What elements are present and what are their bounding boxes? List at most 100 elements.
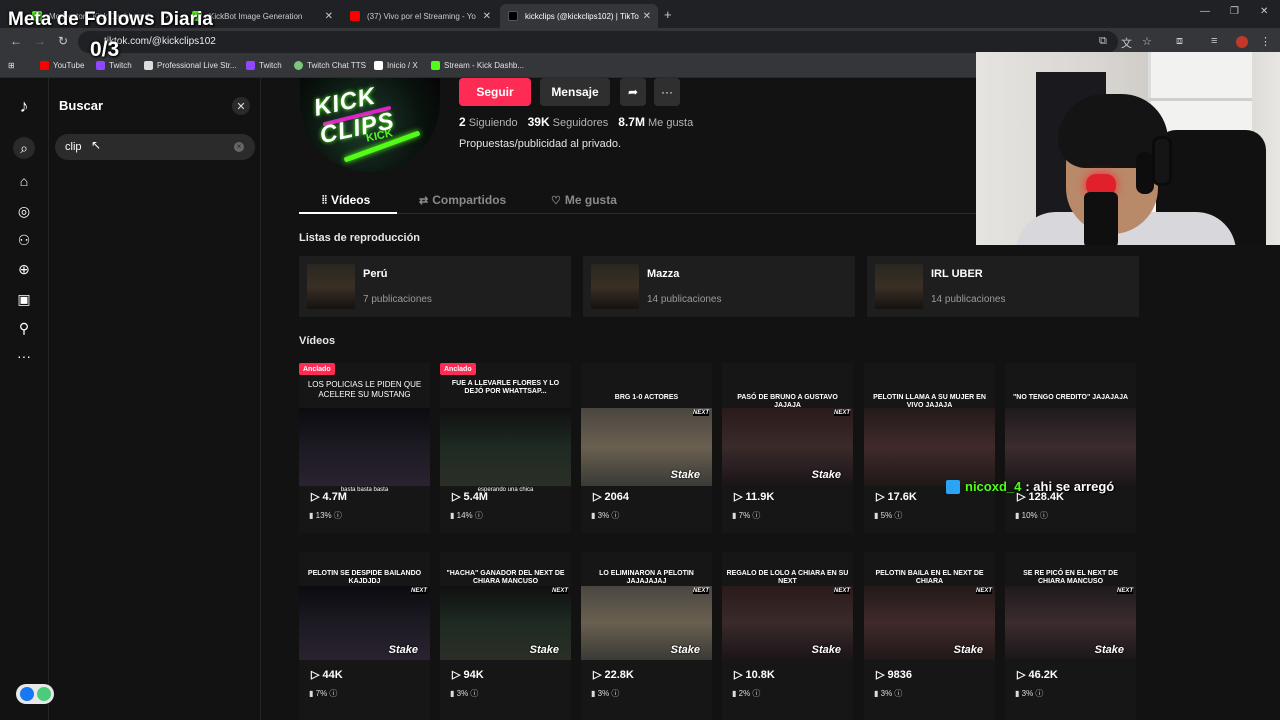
retention-value: 3% bbox=[597, 511, 610, 520]
video-retention: ▮ 2% ⓘ bbox=[732, 688, 760, 699]
video-card[interactable]: LOS POLICIAS LE PIDEN QUE ACELERE SU MUS… bbox=[299, 363, 430, 533]
toggle-knob-icon bbox=[20, 687, 34, 701]
more-icon[interactable]: ··· bbox=[14, 346, 34, 366]
apps-grid-icon[interactable]: ⊞ bbox=[8, 61, 15, 70]
bookmark-twitch[interactable]: Twitch bbox=[96, 61, 132, 70]
explore-icon[interactable]: ◎ bbox=[14, 201, 34, 221]
info-icon[interactable]: ⓘ bbox=[609, 511, 619, 520]
playlist-name: Mazza bbox=[647, 268, 680, 280]
x-logo-icon bbox=[374, 61, 383, 70]
info-icon[interactable]: ⓘ bbox=[327, 689, 337, 698]
profile-avatar-icon[interactable] bbox=[1236, 36, 1248, 48]
upload-icon[interactable]: ⊕ bbox=[14, 259, 34, 279]
info-icon[interactable]: ⓘ bbox=[892, 511, 902, 520]
back-icon[interactable]: ← bbox=[10, 34, 22, 48]
bookmark-twitch-chat-tts[interactable]: Twitch Chat TTS bbox=[294, 61, 366, 70]
view-count-value: 2064 bbox=[604, 491, 629, 503]
extensions-icon[interactable]: ⧈ bbox=[1176, 35, 1183, 48]
video-view-count: ▷ 4.7M bbox=[311, 490, 347, 503]
follow-button[interactable]: Seguir bbox=[459, 78, 531, 106]
stats-bar-icon: ▮ bbox=[591, 689, 598, 698]
info-icon[interactable]: ⓘ bbox=[609, 689, 619, 698]
tiktok-logo-icon[interactable]: ♪ bbox=[14, 96, 34, 116]
video-thumbnail bbox=[864, 408, 995, 486]
reload-icon[interactable]: ↻ bbox=[58, 34, 68, 48]
video-card[interactable]: PELOTIN SE DESPIDE BAILANDO KAJDJDJ Stake… bbox=[299, 552, 430, 720]
info-icon[interactable]: ⓘ bbox=[750, 511, 760, 520]
pinned-badge: Anclado bbox=[299, 363, 335, 375]
close-search-button[interactable]: ✕ bbox=[232, 97, 250, 115]
video-card[interactable]: "HACHA" GANADOR DEL NEXT DE CHIARA MANCU… bbox=[440, 552, 571, 720]
bookmark-x[interactable]: Inicio / X bbox=[374, 61, 418, 70]
video-card[interactable]: FUE A LLEVARLE FLORES Y LO DEJÓ POR WHAT… bbox=[440, 363, 571, 533]
video-card[interactable]: PASÓ DE BRUNO A GUSTAVO JAJAJA Stake NEXT ▷… bbox=[722, 363, 853, 533]
forward-icon[interactable]: → bbox=[34, 34, 46, 48]
message-button[interactable]: Mensaje bbox=[540, 78, 610, 106]
playlist-count: 14 publicaciones bbox=[931, 294, 1006, 305]
video-card[interactable]: REGALO DE LOLO A CHIARA EN SU NEXT Stake N… bbox=[722, 552, 853, 720]
retention-value: 14% bbox=[456, 511, 473, 520]
close-tab-icon[interactable]: ✕ bbox=[325, 11, 333, 22]
bookmark-kick-dashboard[interactable]: Stream - Kick Dashb... bbox=[431, 61, 524, 70]
tab-liked[interactable]: ♡ Me gusta bbox=[551, 193, 617, 207]
media-controls-icon[interactable]: ≡ bbox=[1211, 35, 1217, 47]
home-icon[interactable]: ⌂ bbox=[14, 171, 34, 191]
bookmark-twitch-2[interactable]: Twitch bbox=[246, 61, 282, 70]
extension-toggle[interactable] bbox=[16, 684, 54, 704]
video-card[interactable]: PELOTIN LLAMA A SU MUJER EN VIVO JAJAJA ▷… bbox=[864, 363, 995, 533]
video-card[interactable]: LO ELIMINARON A PELOTIN JAJAJAJAJ Stake NE… bbox=[581, 552, 712, 720]
next-watermark: NEXT bbox=[833, 410, 850, 416]
info-icon[interactable]: ⓘ bbox=[1038, 511, 1048, 520]
video-view-count: ▷ 10.8K bbox=[734, 668, 775, 681]
omnibox[interactable] bbox=[78, 31, 1118, 53]
retention-value: 5% bbox=[880, 511, 893, 520]
playlist-card[interactable]: Mazza 14 publicaciones bbox=[583, 256, 855, 317]
info-icon[interactable]: ⓘ bbox=[1033, 689, 1043, 698]
more-options-button[interactable]: ··· bbox=[654, 78, 680, 106]
tab-shared[interactable]: ⇄ Compartidos bbox=[419, 193, 506, 207]
video-card[interactable]: SE RE PICÓ EN EL NEXT DE CHIARA MANCUSO S… bbox=[1005, 552, 1136, 720]
video-view-count: ▷ 11.9K bbox=[734, 490, 774, 503]
bookmark-professional-live[interactable]: Professional Live Str... bbox=[144, 61, 237, 70]
minimize-icon[interactable]: — bbox=[1200, 6, 1210, 17]
followers-stat[interactable]: 39K Seguidores bbox=[528, 115, 609, 129]
video-card[interactable]: "NO TENGO CREDITO" JAJAJAJA ▷ 128.4K ▮ 10%… bbox=[1005, 363, 1136, 533]
close-tab-icon[interactable]: ✕ bbox=[483, 11, 491, 22]
bookmark-youtube[interactable]: YouTube bbox=[40, 61, 84, 70]
info-icon[interactable]: ⓘ bbox=[473, 511, 483, 520]
info-icon[interactable]: ⓘ bbox=[332, 511, 342, 520]
tab-videos[interactable]: ⦙⦙ Vídeos bbox=[322, 193, 370, 207]
browser-menu-icon[interactable]: ⋮ bbox=[1260, 35, 1271, 48]
info-icon[interactable]: ⓘ bbox=[468, 689, 478, 698]
translate-icon[interactable]: 文 bbox=[1121, 35, 1132, 51]
video-caption: SE RE PICÓ EN EL NEXT DE CHIARA MANCUSO bbox=[1023, 570, 1118, 586]
profile-icon[interactable]: ⚲ bbox=[14, 318, 34, 338]
live-icon[interactable]: ▣ bbox=[14, 289, 34, 309]
video-caption: "HACHA" GANADOR DEL NEXT DE CHIARA MANCU… bbox=[446, 570, 565, 586]
following-stat[interactable]: 2 Siguiendo bbox=[459, 115, 518, 129]
new-tab-button[interactable]: + bbox=[664, 7, 672, 22]
info-icon[interactable]: ⓘ bbox=[892, 689, 902, 698]
share-button[interactable]: ➦ bbox=[620, 78, 646, 106]
video-card[interactable]: BRG 1-0 ACTORES Stake NEXT ▷ 2064 ▮ 3% ⓘ bbox=[581, 363, 712, 533]
search-input[interactable] bbox=[55, 134, 255, 160]
info-icon[interactable]: ⓘ bbox=[750, 689, 760, 698]
url-text[interactable]: tiktok.com/@kickclips102 bbox=[104, 36, 216, 47]
search-icon[interactable]: ⌕ bbox=[13, 137, 35, 159]
playlist-card[interactable]: Perú 7 publicaciones bbox=[299, 256, 571, 317]
video-card[interactable]: PELOTIN BAILA EN EL NEXT DE CHIARA Stake N… bbox=[864, 552, 995, 720]
clear-search-icon[interactable]: × bbox=[234, 142, 244, 152]
playlist-card[interactable]: IRL UBER 14 publicaciones bbox=[867, 256, 1139, 317]
restore-icon[interactable]: ❐ bbox=[1230, 6, 1239, 17]
close-tab-icon[interactable]: ✕ bbox=[643, 11, 651, 22]
browser-tab-4-active[interactable]: kickclips (@kickclips102) | TikTo ✕ bbox=[500, 4, 658, 28]
install-app-icon[interactable]: ⧉ bbox=[1099, 35, 1107, 48]
bookmark-star-icon[interactable]: ☆ bbox=[1142, 35, 1152, 48]
play-icon: ▷ bbox=[876, 669, 888, 681]
video-caption: PELOTIN SE DESPIDE BAILANDO KAJDJDJ bbox=[307, 570, 422, 586]
retention-value: 7% bbox=[315, 689, 328, 698]
browser-tab-3[interactable]: (37) Vivo por el Streaming - Yo ✕ bbox=[342, 4, 498, 28]
stream-goal-counter: 0/3 bbox=[90, 38, 120, 61]
window-close-icon[interactable]: ✕ bbox=[1260, 6, 1268, 17]
following-icon[interactable]: ⚇ bbox=[14, 230, 34, 250]
